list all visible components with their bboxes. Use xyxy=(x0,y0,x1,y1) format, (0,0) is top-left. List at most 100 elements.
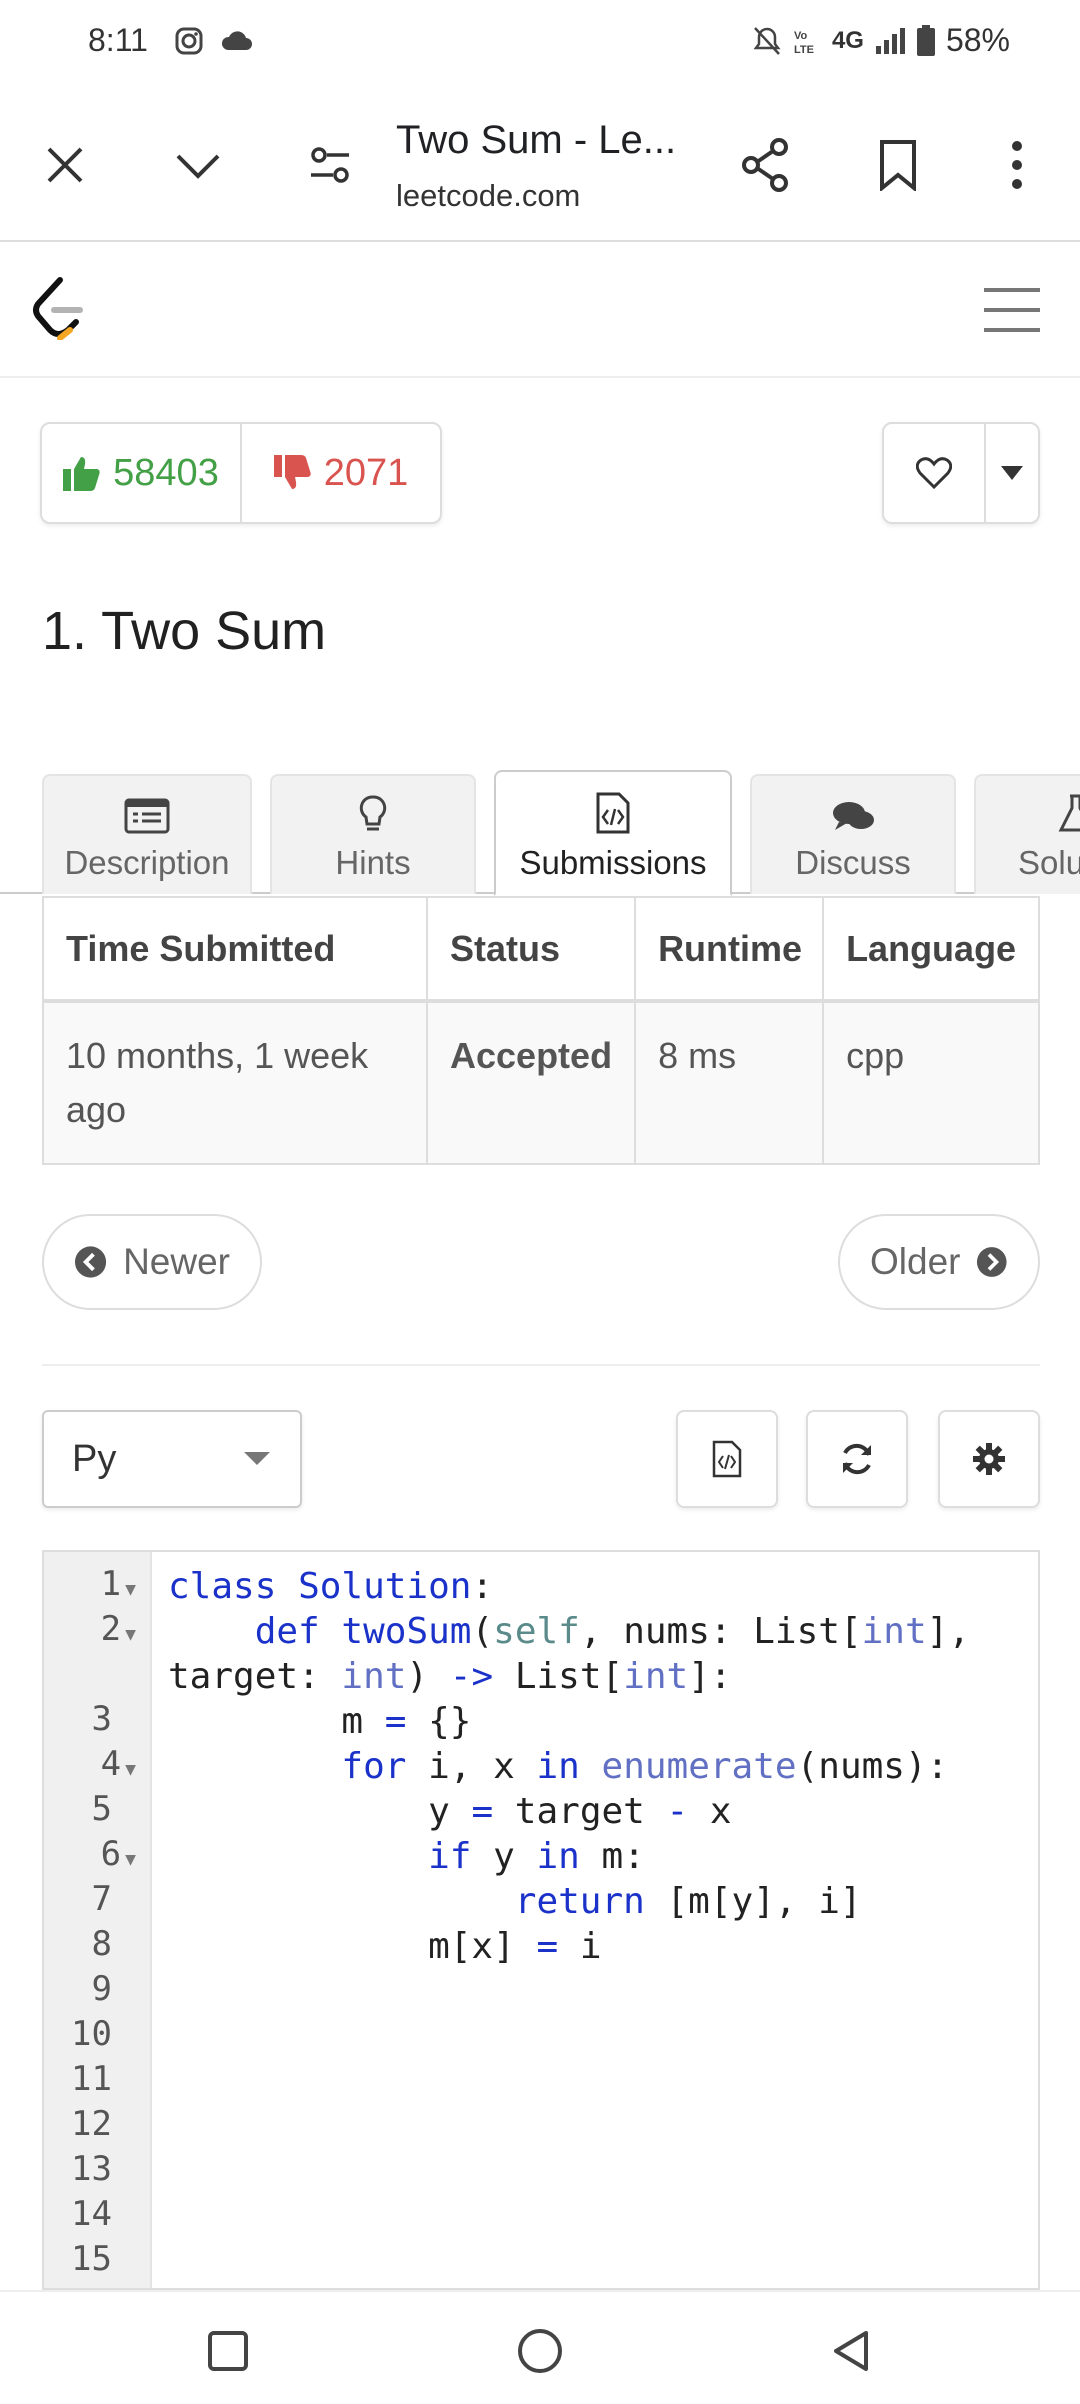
column-header: Status xyxy=(425,896,637,1003)
thumbs-down-icon xyxy=(273,455,311,489)
line-number: 15 xyxy=(71,2239,112,2279)
fold-arrow-icon[interactable]: ▼ xyxy=(125,1579,136,1600)
browser-toolbar: Two Sum - Le... leetcode.com xyxy=(0,90,1080,242)
recents-icon xyxy=(208,2331,248,2371)
editor-settings-button[interactable] xyxy=(938,1410,1040,1508)
url-text[interactable]: leetcode.com xyxy=(396,178,580,214)
network-type: 4G xyxy=(831,26,864,54)
reset-code-button[interactable] xyxy=(806,1410,908,1508)
fold-arrow-icon[interactable]: ▼ xyxy=(125,1624,136,1645)
language-select[interactable]: Py xyxy=(42,1410,302,1508)
code-file-icon xyxy=(712,1440,742,1478)
submission-time: 10 months, 1 week ago xyxy=(42,1000,428,1165)
tab-label: Submissions xyxy=(519,844,707,881)
newer-label: Newer xyxy=(123,1241,230,1282)
description-icon xyxy=(124,798,170,834)
bookmark-icon xyxy=(880,140,916,191)
line-number: 8 xyxy=(91,1924,112,1964)
code-file-icon xyxy=(596,792,630,834)
recents-button[interactable] xyxy=(203,2326,253,2376)
status-time: 8:11 xyxy=(88,22,148,58)
battery-icon xyxy=(916,24,935,56)
table-row: 10 months, 1 week ago Accepted 8 ms cpp xyxy=(42,1000,1040,1165)
home-button[interactable] xyxy=(515,2326,565,2376)
site-header xyxy=(0,244,1080,378)
tab-label: Hints xyxy=(335,844,411,881)
dislike-count: 2071 xyxy=(323,451,409,494)
submissions-table: Time Submitted Status Runtime Language 1… xyxy=(42,896,1040,1165)
tab-description[interactable]: Description xyxy=(42,774,252,894)
line-number: 10 xyxy=(71,2014,112,2054)
newer-button[interactable]: Newer xyxy=(42,1214,262,1310)
favorite-button[interactable] xyxy=(884,424,986,522)
page-title-text[interactable]: Two Sum - Le... xyxy=(396,118,676,163)
line-number: 13 xyxy=(71,2149,112,2189)
code-line: class Solution: xyxy=(168,1566,494,1607)
close-icon xyxy=(47,147,83,183)
like-count: 58403 xyxy=(113,451,219,494)
tab-discuss[interactable]: Discuss xyxy=(750,774,956,894)
tab-label: Description xyxy=(64,844,230,881)
minimize-button[interactable] xyxy=(163,130,233,200)
submission-language: cpp xyxy=(822,1000,1040,1165)
code-line: m = {} xyxy=(168,1701,472,1742)
line-number: 7 xyxy=(91,1879,112,1919)
fold-arrow-icon[interactable]: ▼ xyxy=(125,1759,136,1780)
line-number-gutter: 1 ▼ 2 ▼ 3 4 ▼ 5 6 ▼ 7 8 9 10 11 12 13 14 15 xyxy=(44,1552,152,2288)
column-header: Runtime xyxy=(634,896,825,1003)
site-settings-button[interactable] xyxy=(295,130,365,200)
instagram-icon xyxy=(175,27,203,55)
line-number: 5 xyxy=(91,1789,112,1829)
line-number: 11 xyxy=(71,2059,112,2099)
tab-solution[interactable]: Solu xyxy=(974,774,1080,894)
tab-label: Solu xyxy=(1018,844,1080,881)
gear-icon xyxy=(973,1443,1005,1475)
mute-bell-icon xyxy=(753,26,781,55)
older-label: Older xyxy=(870,1241,961,1282)
code-editor[interactable]: 1 ▼ 2 ▼ 3 4 ▼ 5 6 ▼ 7 8 9 10 11 12 13 14 15 … xyxy=(42,1550,1040,2290)
more-vertical-icon xyxy=(1012,141,1022,189)
line-number: 14 xyxy=(71,2194,112,2234)
code-line: y = target - x xyxy=(168,1791,732,1832)
system-nav-bar xyxy=(0,2290,1080,2404)
svg-text:Vo: Vo xyxy=(794,30,808,42)
hamburger-menu-icon[interactable] xyxy=(984,286,1040,334)
older-button[interactable]: Older xyxy=(838,1214,1040,1310)
status-bar: 8:11 Vo LTE 4G 58% xyxy=(0,0,1080,90)
tab-bar: Description Hints Submissions Discuss So… xyxy=(0,770,1080,896)
line-number: 9 xyxy=(91,1969,112,2009)
lightbulb-icon xyxy=(359,795,387,831)
volte-icon: Vo LTE xyxy=(794,30,814,56)
submission-status[interactable]: Accepted xyxy=(425,1000,637,1165)
thumbs-up-icon xyxy=(63,457,100,491)
heart-icon xyxy=(916,457,952,489)
dislike-button[interactable]: 2071 xyxy=(242,424,440,522)
column-header: Time Submitted xyxy=(42,896,428,1003)
back-button[interactable] xyxy=(826,2326,876,2376)
favorite-dropdown-button[interactable] xyxy=(986,424,1038,522)
share-button[interactable] xyxy=(730,130,800,200)
bookmark-button[interactable] xyxy=(863,130,933,200)
comments-icon xyxy=(833,802,874,830)
line-number: 1 xyxy=(100,1564,122,1604)
like-button[interactable]: 58403 xyxy=(42,424,242,522)
fold-arrow-icon[interactable]: ▼ xyxy=(125,1849,136,1870)
tune-icon xyxy=(311,147,349,183)
language-value: Py xyxy=(72,1437,117,1480)
chevron-down-icon xyxy=(176,154,220,179)
code-line: if y in m: xyxy=(428,1836,645,1877)
code-line: return [m[y], i] xyxy=(514,1881,862,1922)
close-tab-button[interactable] xyxy=(30,130,100,200)
cloud-icon xyxy=(221,31,252,50)
chevron-left-circle-icon xyxy=(74,1246,107,1278)
tab-hints[interactable]: Hints xyxy=(270,774,476,894)
vote-group: 58403 2071 xyxy=(40,422,442,524)
home-circle-icon xyxy=(518,2329,562,2373)
tab-submissions[interactable]: Submissions xyxy=(494,770,732,896)
line-number: 2 xyxy=(100,1609,122,1649)
line-number: 4 xyxy=(100,1744,122,1784)
leetcode-logo-icon[interactable] xyxy=(30,276,86,340)
more-menu-button[interactable] xyxy=(982,130,1052,200)
code-line: def twoSum(self, nums: List[int], xyxy=(254,1611,971,1652)
view-code-button[interactable] xyxy=(676,1410,778,1508)
